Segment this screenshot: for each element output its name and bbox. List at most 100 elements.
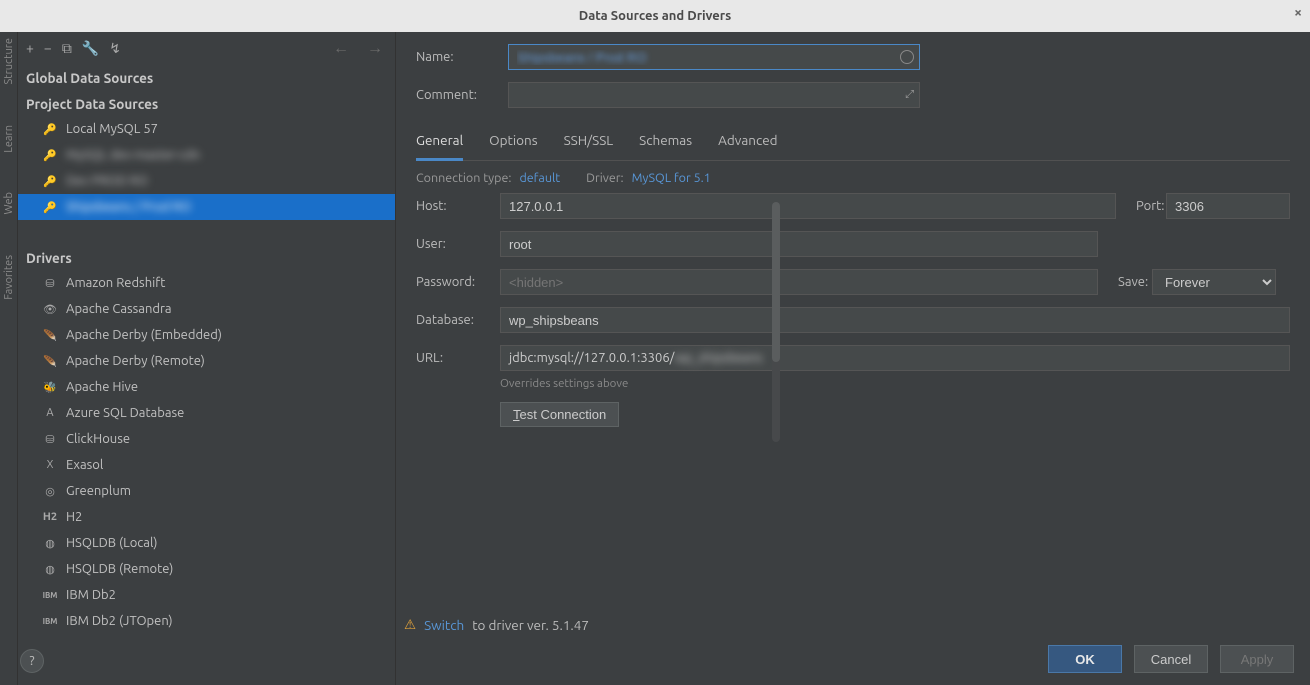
driver-item[interactable]: 🪶 Apache Derby (Embedded): [18, 322, 395, 348]
tab-schemas[interactable]: Schemas: [639, 126, 692, 160]
driver-icon: X: [42, 457, 58, 473]
driver-label: Greenplum: [66, 484, 131, 498]
driver-label: HSQLDB (Remote): [66, 562, 173, 576]
driver-item[interactable]: H2H2: [18, 504, 395, 530]
conn-type-label: Connection type:: [416, 171, 511, 185]
connection-meta: Connection type: default Driver: MySQL f…: [416, 161, 1290, 193]
password-label: Password:: [416, 275, 500, 289]
tab-advanced[interactable]: Advanced: [718, 126, 777, 160]
ok-button[interactable]: OK: [1048, 645, 1122, 673]
switch-link[interactable]: Switch: [424, 617, 464, 633]
driver-icon: 🪶: [42, 327, 58, 343]
tab-ssh-ssl[interactable]: SSH/SSL: [564, 126, 614, 160]
driver-item[interactable]: 👁 Apache Cassandra: [18, 296, 395, 322]
datasource-item[interactable]: 🔑 Dev PROD RO: [18, 168, 395, 194]
driver-icon: ⛁: [42, 431, 58, 447]
driver-label: Apache Hive: [66, 380, 138, 394]
name-input[interactable]: [508, 44, 920, 70]
driver-item[interactable]: ⛁ Amazon Redshift: [18, 270, 395, 296]
host-label: Host:: [416, 199, 500, 213]
driver-item[interactable]: ⛁ ClickHouse: [18, 426, 395, 452]
driver-label: Apache Cassandra: [66, 302, 172, 316]
password-input[interactable]: [500, 269, 1098, 295]
sidebar-toolbar: + − ⧉ 🔧 ↯ ← →: [18, 32, 395, 64]
driver-item[interactable]: IBM IBM Db2 (JTOpen): [18, 608, 395, 634]
driver-label: HSQLDB (Local): [66, 536, 157, 550]
comment-label: Comment:: [416, 88, 496, 102]
database-label: Database:: [416, 313, 500, 327]
dialog-title: Data Sources and Drivers: [579, 9, 732, 23]
copy-icon[interactable]: ⧉: [62, 40, 72, 57]
driver-icon: ◍: [42, 561, 58, 577]
gutter-web[interactable]: Web: [3, 192, 15, 215]
driver-label: IBM Db2 (JTOpen): [66, 614, 173, 628]
conn-type-value[interactable]: default: [519, 171, 560, 185]
datasource-item[interactable]: 🔑 Local MySQL 57: [18, 116, 395, 142]
datasource-item[interactable]: 🔑 MySQL dev-master-cdn: [18, 142, 395, 168]
section-project: Project Data Sources: [18, 90, 395, 116]
back-icon[interactable]: ←: [329, 39, 353, 58]
datasource-label: Local MySQL 57: [66, 122, 158, 136]
driver-icon: 👁: [42, 301, 58, 317]
driver-label: Driver:: [586, 171, 623, 185]
driver-label: ClickHouse: [66, 432, 130, 446]
driver-label: Amazon Redshift: [66, 276, 165, 290]
driver-icon: ◍: [42, 535, 58, 551]
gutter-favorites[interactable]: Favorites: [3, 255, 15, 300]
tab-options[interactable]: Options: [489, 126, 537, 160]
cancel-button[interactable]: Cancel: [1134, 645, 1208, 673]
gutter-learn[interactable]: Learn: [3, 125, 15, 153]
help-button[interactable]: ?: [20, 649, 44, 673]
section-global: Global Data Sources: [18, 64, 395, 90]
name-label: Name:: [416, 50, 496, 64]
warning-icon: ⚠: [404, 616, 416, 633]
tab-general[interactable]: General: [416, 126, 463, 161]
scrollbar[interactable]: [772, 202, 780, 442]
db-icon: 🔑: [42, 173, 58, 189]
driver-icon: IBM: [42, 613, 58, 629]
driver-item[interactable]: ◍ HSQLDB (Remote): [18, 556, 395, 582]
apply-button[interactable]: Apply: [1220, 645, 1294, 673]
driver-item[interactable]: AAzure SQL Database: [18, 400, 395, 426]
expand-icon[interactable]: ⤢: [905, 89, 914, 102]
help-icon: ?: [29, 654, 34, 668]
db-icon: 🔑: [42, 147, 58, 163]
tabs: General Options SSH/SSL Schemas Advanced: [416, 120, 1290, 161]
footer-warning: ⚠ Switch to driver ver. 5.1.47: [404, 616, 589, 633]
wrench-icon[interactable]: 🔧: [82, 40, 99, 57]
url-input[interactable]: jdbc:mysql://127.0.0.1:3306/wp_shipsbean…: [500, 345, 1290, 371]
driver-label: Exasol: [66, 458, 103, 472]
driver-item[interactable]: IBMIBM Db2: [18, 582, 395, 608]
db-icon: 🔑: [42, 199, 58, 215]
reset-icon[interactable]: ↯: [109, 40, 121, 57]
datasource-label: Dev PROD RO: [66, 174, 148, 188]
comment-input[interactable]: [508, 82, 920, 108]
close-icon[interactable]: ×: [1294, 4, 1302, 20]
remove-icon[interactable]: −: [44, 40, 52, 56]
driver-label: Apache Derby (Embedded): [66, 328, 222, 342]
datasource-tree: 🔑 Local MySQL 57 🔑 MySQL dev-master-cdn …: [18, 116, 395, 226]
gutter-structure[interactable]: Structure: [3, 38, 15, 85]
scrollbar-thumb[interactable]: [772, 202, 780, 362]
test-connection-button[interactable]: Test Connection: [500, 402, 619, 427]
sidebar: + − ⧉ 🔧 ↯ ← → Global Data Sources Projec…: [18, 32, 396, 685]
driver-value[interactable]: MySQL for 5.1: [632, 171, 711, 185]
driver-item[interactable]: ◎Greenplum: [18, 478, 395, 504]
driver-item[interactable]: 🪶Apache Derby (Remote): [18, 348, 395, 374]
color-circle-icon[interactable]: [900, 50, 914, 64]
driver-icon: ⛁: [42, 275, 58, 291]
save-label: Save:: [1098, 275, 1152, 289]
driver-item[interactable]: 🐝Apache Hive: [18, 374, 395, 400]
driver-item[interactable]: ◍ HSQLDB (Local): [18, 530, 395, 556]
save-select[interactable]: Forever: [1152, 269, 1276, 295]
driver-icon: A: [42, 405, 58, 421]
driver-item[interactable]: X Exasol: [18, 452, 395, 478]
driver-label: IBM Db2: [66, 588, 116, 602]
host-input[interactable]: [500, 193, 1116, 219]
datasource-item-selected[interactable]: 🔑 Shipsbeans / Prod RO: [18, 194, 395, 220]
port-input[interactable]: [1166, 193, 1290, 219]
add-icon[interactable]: +: [26, 40, 34, 56]
forward-icon[interactable]: →: [363, 39, 387, 58]
user-input[interactable]: [500, 231, 1098, 257]
database-input[interactable]: [500, 307, 1290, 333]
